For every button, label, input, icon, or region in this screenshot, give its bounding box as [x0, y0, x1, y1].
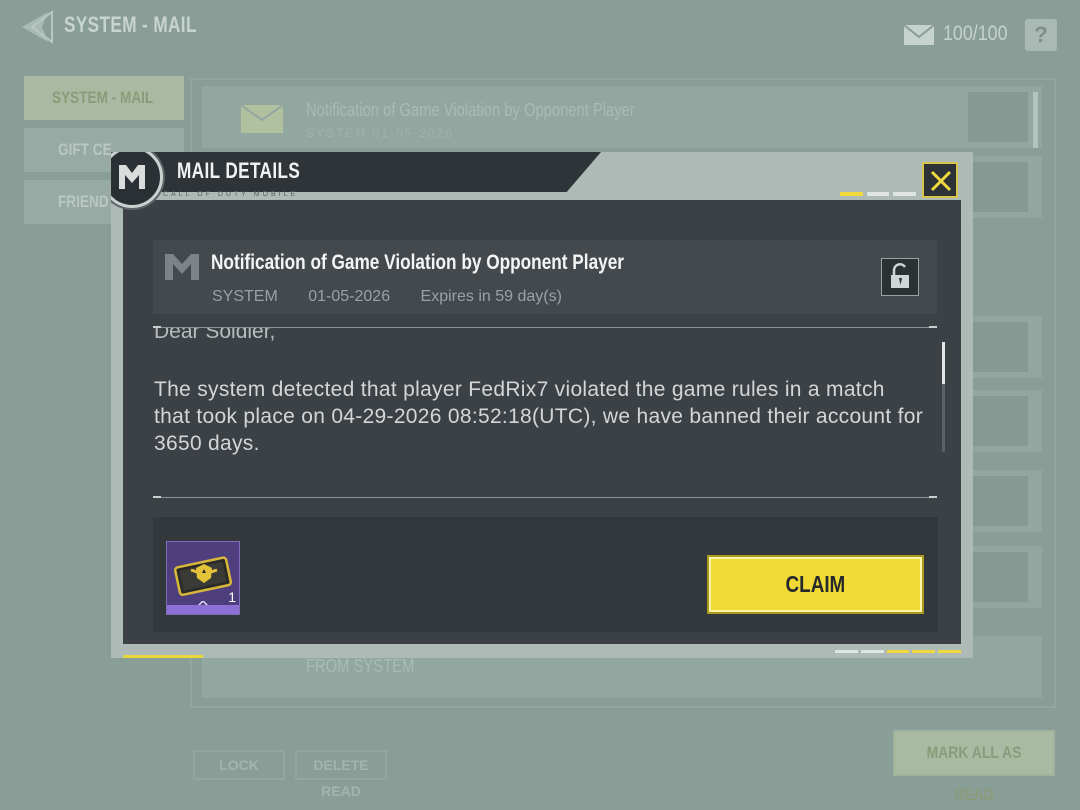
delete-read-button[interactable]: DELETE READ	[295, 750, 387, 799]
cod-logo-icon	[165, 254, 199, 280]
envelope-icon	[240, 104, 284, 133]
unlock-icon	[891, 263, 909, 288]
claim-button[interactable]: CLAIM	[709, 557, 922, 612]
reward-thumbnail	[968, 476, 1028, 526]
top-bar: SYSTEM - MAIL 100/100 ?	[0, 0, 1080, 56]
body-bottom-divider	[153, 496, 937, 498]
footer-accent	[123, 655, 203, 658]
close-x-icon	[930, 170, 952, 192]
rarity-bar	[167, 605, 239, 614]
help-button[interactable]: ?	[1025, 19, 1057, 51]
reward-thumbnail	[968, 322, 1028, 372]
list-item-title: FROM SYSTEM	[306, 656, 415, 676]
mail-subject: Notification of Game Violation by Oppone…	[211, 251, 625, 274]
reward-thumbnail	[968, 92, 1028, 142]
lock-button[interactable]: LOCK	[193, 750, 285, 780]
mail-body-text: The system detected that player FedRix7 …	[154, 378, 924, 455]
mail-date: 01-05-2026	[308, 288, 391, 305]
mail-meta: SYSTEM 01-05-2026 Expires in 59 day(s)	[212, 288, 588, 306]
dialog-header: MAIL DETAILS CALL OF DUTY MOBILE	[111, 152, 973, 198]
attachment-panel: 1 CLAIM	[153, 517, 938, 632]
page-title: SYSTEM - MAIL	[64, 12, 197, 37]
scrollbar-thumb[interactable]	[942, 342, 945, 384]
cod-logo-icon	[119, 165, 145, 189]
footer-indicator	[835, 650, 961, 654]
header-indicator	[840, 192, 917, 196]
mark-all-read-button[interactable]: MARK ALL AS READ	[893, 730, 1055, 804]
mail-header: Notification of Game Violation by Oppone…	[153, 240, 937, 314]
dialog-title: MAIL DETAILS	[177, 158, 301, 183]
reward-item[interactable]: 1	[166, 541, 240, 615]
back-arrow-icon[interactable]	[18, 10, 54, 44]
close-button[interactable]	[922, 162, 958, 198]
reward-thumbnail	[968, 552, 1028, 602]
mail-count: 100/100	[943, 22, 1008, 45]
sidebar-item-system-mail[interactable]: SYSTEM - MAIL	[24, 76, 184, 120]
lock-toggle-button[interactable]	[881, 258, 919, 296]
list-item[interactable]: Notification of Game Violation by Oppone…	[202, 86, 1042, 148]
reward-quantity: 1	[228, 589, 236, 605]
reward-thumbnail	[968, 396, 1028, 446]
mail-details-dialog: MAIL DETAILS CALL OF DUTY MOBILE Notific…	[111, 152, 973, 658]
mail-icon	[903, 24, 935, 45]
reward-thumbnail	[968, 162, 1028, 212]
mail-expiry: Expires in 59 day(s)	[420, 288, 562, 305]
list-item-title: Notification of Game Violation by Oppone…	[306, 100, 635, 120]
mail-greeting: Dear Soldier,	[154, 328, 276, 343]
dialog-subtitle: CALL OF DUTY MOBILE	[163, 191, 299, 198]
mail-body: Dear Soldier, The system detected that p…	[153, 328, 937, 496]
body-scrollbar[interactable]	[942, 342, 945, 452]
list-item-meta: SYSTEM 01-05-2026	[306, 126, 455, 140]
list-scrollbar[interactable]	[1033, 92, 1038, 148]
mail-sender: SYSTEM	[212, 288, 278, 305]
